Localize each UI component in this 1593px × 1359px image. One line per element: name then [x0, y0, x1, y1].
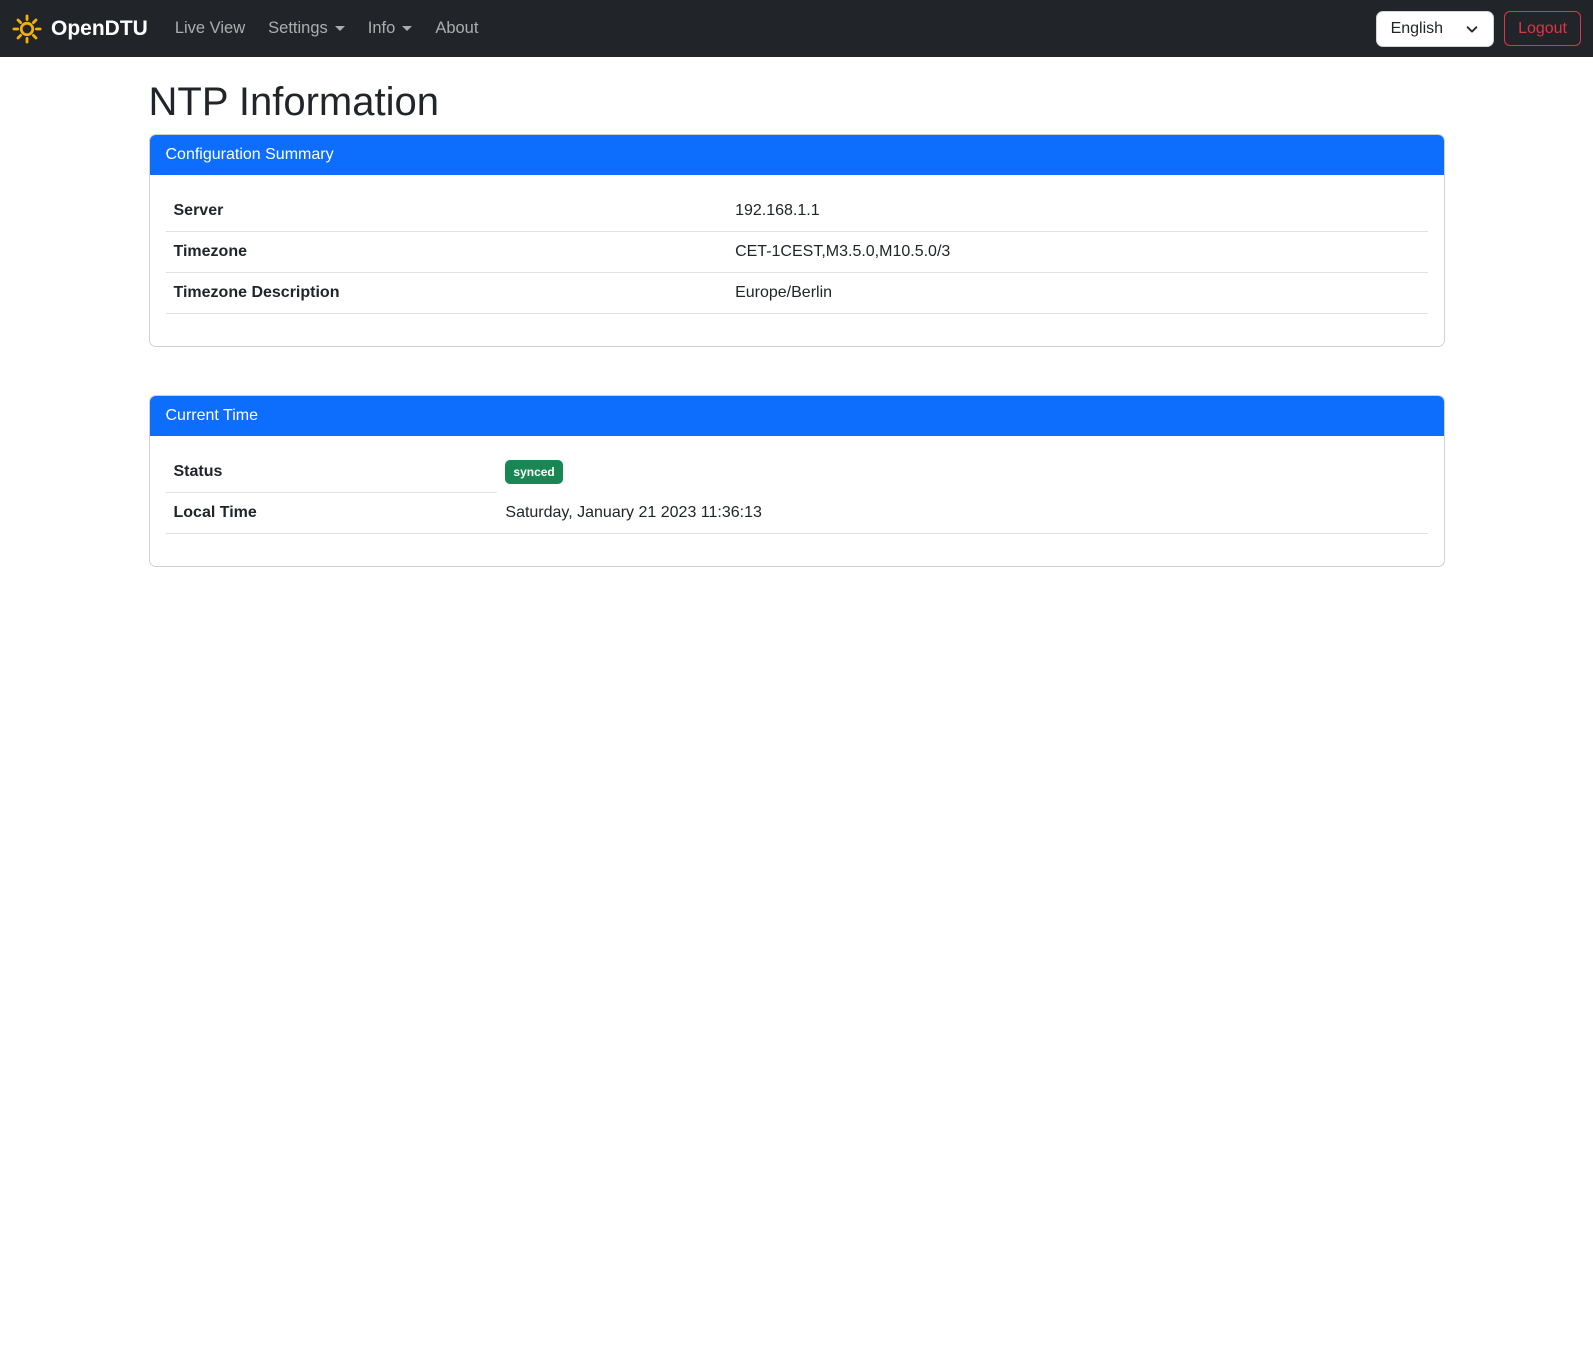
table-row-timezone-description: Timezone Description Europe/Berlin: [166, 273, 1428, 314]
row-label: Local Time: [166, 493, 498, 534]
card-body: Server 192.168.1.1 Timezone CET-1CEST,M3…: [150, 175, 1444, 346]
card-header-current-time: Current Time: [150, 396, 1444, 436]
brand-label: OpenDTU: [51, 17, 148, 41]
table-row-timezone: Timezone CET-1CEST,M3.5.0,M10.5.0/3: [166, 232, 1428, 273]
nav-item-label: Settings: [268, 19, 328, 38]
chevron-down-icon: [1465, 22, 1479, 36]
logout-button[interactable]: Logout: [1504, 11, 1581, 46]
row-value: Europe/Berlin: [727, 273, 1427, 314]
main-container: NTP Information Configuration Summary Se…: [149, 78, 1445, 567]
row-value: synced: [497, 452, 1427, 493]
nav-item-live-view[interactable]: Live View: [166, 11, 254, 46]
navbar: OpenDTU Live View Settings Info About En…: [0, 0, 1593, 57]
page-title: NTP Information: [149, 78, 1445, 126]
table-row-status: Status synced: [166, 452, 1428, 493]
card-header-configuration-summary: Configuration Summary: [150, 135, 1444, 175]
language-select-value: English: [1391, 20, 1443, 38]
nav-item-about[interactable]: About: [426, 11, 487, 46]
navbar-right: English Logout: [1376, 11, 1581, 47]
brand-link[interactable]: OpenDTU: [12, 14, 148, 44]
row-value: CET-1CEST,M3.5.0,M10.5.0/3: [727, 232, 1427, 273]
nav-links: Live View Settings Info About: [166, 11, 493, 46]
card-configuration-summary: Configuration Summary Server 192.168.1.1…: [149, 134, 1445, 347]
nav-item-label: About: [435, 19, 478, 38]
current-time-table: Status synced Local Time Saturday, Janua…: [166, 452, 1428, 534]
status-badge: synced: [505, 460, 562, 484]
nav-item-label: Info: [368, 19, 396, 38]
table-row-server: Server 192.168.1.1: [166, 191, 1428, 232]
language-select[interactable]: English: [1376, 11, 1494, 47]
card-body: Status synced Local Time Saturday, Janua…: [150, 436, 1444, 566]
row-label: Status: [166, 452, 498, 493]
card-current-time: Current Time Status synced Local Time Sa…: [149, 395, 1445, 567]
table-row-local-time: Local Time Saturday, January 21 2023 11:…: [166, 493, 1428, 534]
dropdown-caret-icon: [402, 26, 412, 31]
nav-item-label: Live View: [175, 19, 245, 38]
row-value: 192.168.1.1: [727, 191, 1427, 232]
configuration-table: Server 192.168.1.1 Timezone CET-1CEST,M3…: [166, 191, 1428, 314]
row-value: Saturday, January 21 2023 11:36:13: [497, 493, 1427, 534]
row-label: Timezone Description: [166, 273, 728, 314]
nav-item-settings[interactable]: Settings: [259, 11, 354, 46]
nav-item-info[interactable]: Info: [359, 11, 422, 46]
row-label: Server: [166, 191, 728, 232]
dropdown-caret-icon: [335, 26, 345, 31]
row-label: Timezone: [166, 232, 728, 273]
sun-icon: [12, 14, 42, 44]
